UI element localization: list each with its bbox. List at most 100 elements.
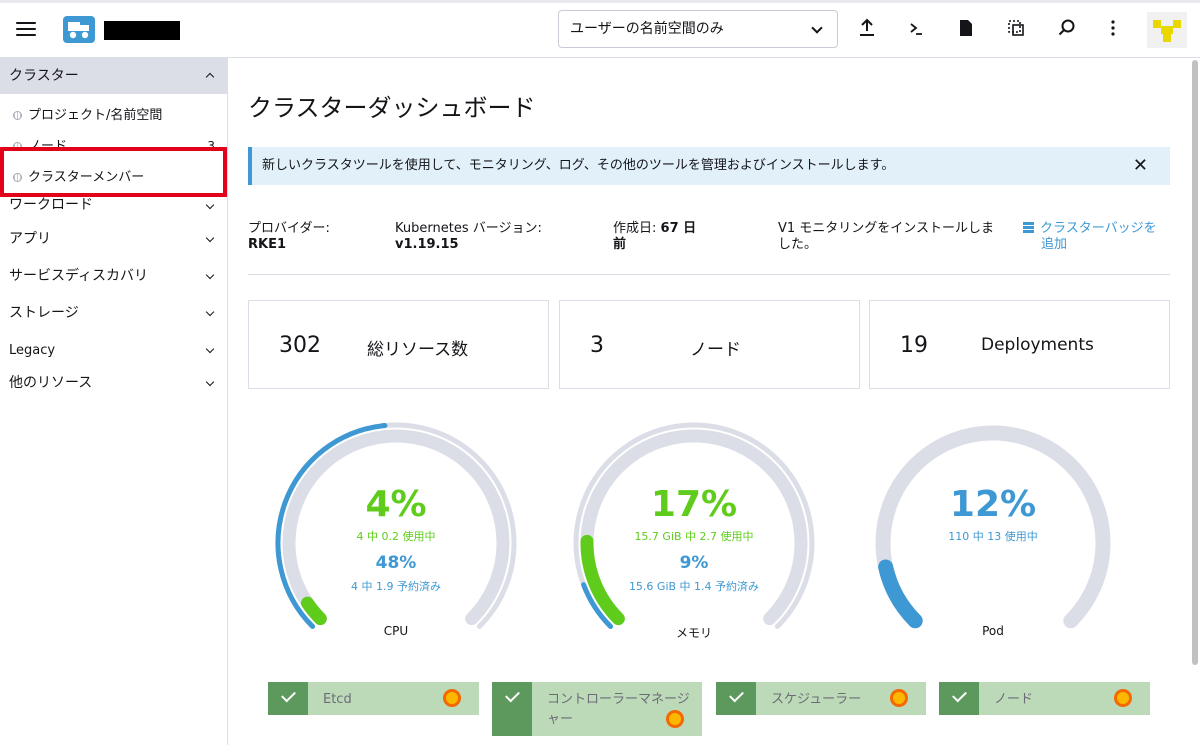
- reserved-track: [275, 422, 517, 629]
- shell-icon[interactable]: [906, 18, 926, 40]
- check-icon: [716, 682, 756, 715]
- badge-link-line2: 追加: [1041, 237, 1068, 252]
- badge-link-line1: クラスターバッジを: [1040, 221, 1157, 236]
- scheduler-status[interactable]: スケジューラー: [716, 682, 926, 715]
- card-label: Deployments: [981, 335, 1094, 355]
- status-label: スケジューラー: [771, 692, 862, 707]
- sidebar-section-label: クラスター: [9, 68, 79, 84]
- scrollbar-thumb[interactable]: [1192, 60, 1198, 665]
- card-number: 302: [279, 333, 321, 358]
- namespace-filter-select[interactable]: ユーザーの名前空間のみ: [558, 10, 838, 48]
- node-status[interactable]: ノード: [939, 682, 1150, 715]
- grafana-icon[interactable]: [890, 689, 908, 707]
- divider: [248, 274, 1170, 275]
- sidebar-group-label: ストレージ: [9, 305, 79, 321]
- sidebar-group-storage[interactable]: ストレージ: [0, 295, 227, 332]
- grafana-icon[interactable]: [443, 689, 461, 707]
- scrollbar[interactable]: [1190, 58, 1200, 745]
- chevron-down-icon: [205, 377, 215, 387]
- gauge-name: メモリ: [675, 626, 712, 640]
- sidebar-item-cluster-members[interactable]: クラスターメンバー: [0, 162, 227, 193]
- menu-icon[interactable]: [16, 22, 36, 36]
- gauge-used-text: 4 中 0.2 使用中: [356, 530, 436, 543]
- page-title: クラスターダッシュボード: [248, 94, 536, 122]
- etcd-status[interactable]: Etcd: [268, 682, 479, 715]
- gauge-reserved-percent: 48%: [375, 553, 417, 573]
- sidebar-group-label: サービスディスカバリ: [9, 268, 149, 284]
- sidebar: クラスター プロジェクト/名前空間 ノード 3 クラスターメンバー ワークロード…: [0, 58, 228, 745]
- pod-gauge: 12% 110 中 13 使用中 Pod: [863, 418, 1123, 658]
- top-edge: [0, 0, 1200, 3]
- chevron-down-icon: [205, 200, 215, 210]
- grafana-icon[interactable]: [1114, 689, 1132, 707]
- sidebar-group-legacy[interactable]: Legacy: [0, 332, 227, 369]
- used-arc: [301, 596, 327, 626]
- used-track: [875, 425, 1111, 629]
- chevron-down-icon: [205, 307, 215, 317]
- gauge-reserved-text: 15.6 GiB 中 1.4 予約済み: [628, 580, 760, 593]
- monitoring-text-line2: した。: [778, 237, 818, 252]
- gauge-used-percent: 12%: [949, 484, 1037, 525]
- chevron-down-icon: [811, 22, 823, 34]
- created-value: 67 日: [660, 221, 697, 236]
- sidebar-item-label: クラスターメンバー: [28, 170, 145, 185]
- card-label: 総リソース数: [367, 340, 469, 360]
- status-label: Etcd: [323, 692, 352, 707]
- sidebar-group-label: Legacy: [9, 343, 56, 358]
- gauge-reserved-percent: 9%: [679, 553, 709, 573]
- gauge-used-text: 15.7 GiB 中 2.7 使用中: [634, 530, 754, 543]
- sidebar-group-workloads[interactable]: ワークロード: [0, 193, 227, 221]
- banner-text: 新しいクラスタツールを使用して、モニタリング、ログ、その他のツールを管理およびイ…: [262, 158, 895, 173]
- search-icon[interactable]: [1057, 18, 1077, 40]
- provider-info: プロバイダー: RKE1: [248, 221, 330, 253]
- k8s-version-label: Kubernetes バージョン:: [395, 221, 542, 236]
- add-cluster-badge-link[interactable]: クラスターバッジを 追加: [1023, 221, 1157, 253]
- total-resources-card[interactable]: 302 総リソース数: [248, 300, 549, 389]
- created-info: 作成日: 67 日 前: [613, 221, 696, 253]
- cpu-gauge: 4% 4 中 0.2 使用中 48% 4 中 1.9 予約済み CPU: [266, 418, 526, 658]
- created-value-suffix: 前: [613, 237, 627, 252]
- sidebar-group-apps[interactable]: アプリ: [0, 221, 227, 258]
- close-icon[interactable]: ✕: [1133, 147, 1148, 185]
- check-icon: [492, 682, 532, 736]
- file-icon[interactable]: [956, 18, 976, 40]
- monitoring-text-line1: V1 モニタリングをインストールしま: [778, 221, 995, 236]
- monitoring-info: V1 モニタリングをインストールしま した。: [778, 221, 994, 253]
- gauge-reserved-text: 4 中 1.9 予約済み: [351, 580, 441, 593]
- resource-icon: [13, 111, 22, 120]
- gauge-name: CPU: [383, 624, 409, 638]
- card-number: 3: [590, 333, 604, 358]
- resource-icon: [13, 142, 22, 151]
- k8s-version-value: v1.19.15: [395, 237, 459, 252]
- resource-icon: [13, 173, 22, 182]
- provider-value: RKE1: [248, 237, 287, 252]
- memory-gauge: 17% 15.7 GiB 中 2.7 使用中 9% 15.6 GiB 中 1.4…: [564, 418, 824, 658]
- chevron-down-icon: [205, 344, 215, 354]
- sidebar-group-label: ワークロード: [9, 197, 93, 213]
- sidebar-group-label: アプリ: [9, 231, 51, 247]
- copy-config-icon[interactable]: [1006, 18, 1026, 40]
- upload-icon[interactable]: [857, 18, 877, 40]
- used-arc: [878, 559, 923, 629]
- chevron-down-icon: [205, 233, 215, 243]
- gauge-used-percent: 4%: [365, 484, 427, 525]
- nodes-card[interactable]: 3 ノード: [559, 300, 860, 389]
- gauge-used-percent: 17%: [650, 484, 738, 525]
- sidebar-item-projects-namespaces[interactable]: プロジェクト/名前空間: [0, 100, 227, 131]
- check-icon: [268, 682, 308, 715]
- sidebar-group-more-resources[interactable]: 他のリソース: [0, 369, 227, 399]
- controller-manager-status[interactable]: コントローラーマネージ ャー: [492, 682, 702, 736]
- chevron-up-icon: [205, 72, 215, 82]
- grafana-icon[interactable]: [666, 710, 684, 728]
- gauge-used-text: 110 中 13 使用中: [948, 530, 1038, 543]
- sidebar-section-cluster[interactable]: クラスター: [0, 58, 227, 94]
- sidebar-item-nodes[interactable]: ノード 3: [0, 131, 227, 162]
- main-content: クラスターダッシュボード 新しいクラスタツールを使用して、モニタリング、ログ、そ…: [248, 58, 1170, 745]
- card-number: 19: [900, 333, 928, 358]
- sidebar-item-label: ノード: [28, 139, 68, 154]
- avatar[interactable]: [1147, 12, 1187, 48]
- deployments-card[interactable]: 19 Deployments: [869, 300, 1170, 389]
- reserved-track: [573, 422, 815, 629]
- sidebar-group-service-discovery[interactable]: サービスディスカバリ: [0, 258, 227, 295]
- more-icon[interactable]: [1103, 18, 1123, 40]
